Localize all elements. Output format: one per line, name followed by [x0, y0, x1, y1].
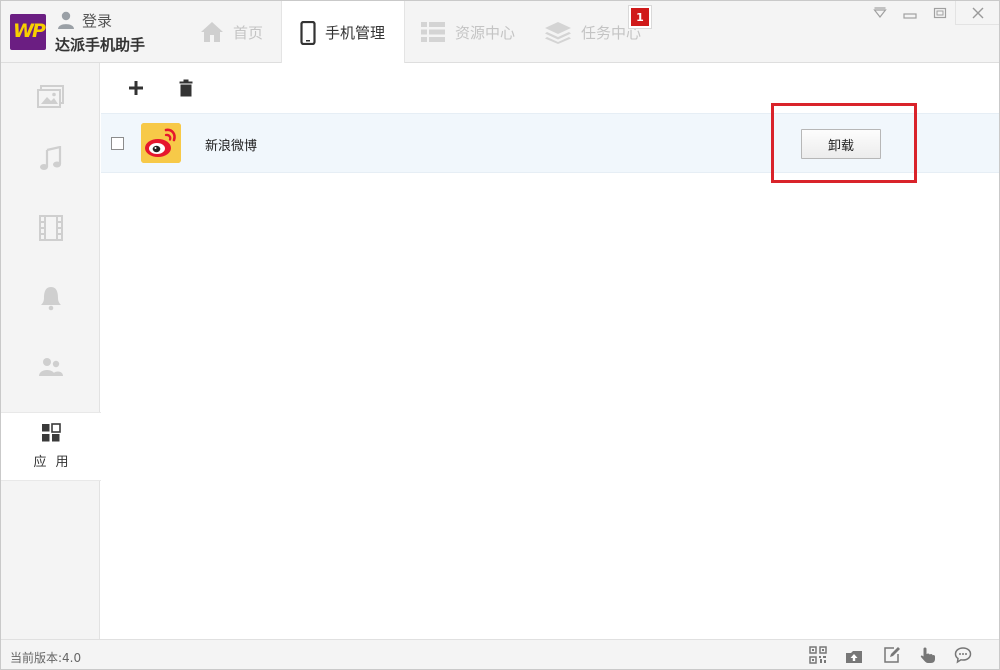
task-count-badge: 1 — [628, 5, 652, 29]
dropdown-triangle-icon — [873, 7, 887, 18]
maximize-icon — [933, 7, 947, 19]
status-bar: 当前版本:4.0 — [1, 639, 999, 669]
header: WP 登录 达派手机助手 首页 手机管理 资源中心 任务中心 1 — [1, 1, 999, 64]
list-icon — [421, 22, 445, 42]
main-panel: 新浪微博 卸载 — [101, 63, 999, 639]
film-icon — [38, 215, 63, 241]
user-icon — [58, 11, 74, 29]
maximize-button[interactable] — [925, 1, 955, 25]
contacts-icon — [38, 358, 63, 376]
tab-phone-management[interactable]: 手机管理 — [281, 1, 405, 64]
trash-icon — [179, 79, 193, 97]
tab-resources-label: 资源中心 — [455, 23, 516, 42]
minimize-icon — [903, 13, 917, 19]
weibo-icon — [141, 123, 181, 163]
add-app-button[interactable] — [125, 77, 147, 99]
upload-icon — [846, 651, 862, 663]
tab-home-label: 首页 — [233, 23, 264, 42]
photo-icon — [36, 85, 64, 108]
sidebar-item-photos[interactable] — [1, 63, 100, 131]
login-label: 登录 — [82, 11, 113, 30]
delete-app-button[interactable] — [175, 77, 197, 99]
home-icon — [201, 22, 223, 42]
logo-text: WP — [13, 20, 46, 42]
feedback-button[interactable] — [883, 646, 901, 664]
edit-icon — [884, 647, 900, 663]
app-name: 新浪微博 — [205, 139, 258, 154]
window-controls — [865, 1, 999, 25]
gesture-button[interactable] — [919, 646, 937, 664]
menu-button[interactable] — [865, 1, 895, 25]
tab-resource-center[interactable]: 资源中心 — [420, 1, 515, 63]
app-logo: WP — [10, 14, 46, 50]
qr-code-button[interactable] — [809, 646, 827, 664]
tab-task-center[interactable]: 任务中心 — [544, 1, 641, 63]
tab-phone-label: 手机管理 — [325, 24, 386, 42]
app-title: 达派手机助手 — [55, 36, 146, 54]
tab-home[interactable]: 首页 — [200, 1, 263, 63]
app-list-row[interactable]: 新浪微博 卸载 — [101, 113, 999, 173]
apps-grid-icon — [42, 423, 61, 442]
sidebar-item-video[interactable] — [1, 194, 100, 262]
uninstall-button[interactable]: 卸载 — [801, 129, 881, 159]
app-window: WP 登录 达派手机助手 首页 手机管理 资源中心 任务中心 1 应用 新浪微博… — [0, 0, 1000, 670]
sidebar: 应用 — [1, 63, 101, 639]
close-button[interactable] — [955, 1, 999, 25]
upload-button[interactable] — [845, 646, 863, 664]
toolbar — [101, 63, 999, 113]
row-checkbox[interactable] — [111, 137, 124, 150]
layers-icon — [545, 22, 571, 44]
sidebar-item-apps[interactable]: 应用 — [1, 412, 101, 481]
minimize-button[interactable] — [895, 1, 925, 25]
phone-icon — [300, 20, 316, 45]
login-link[interactable]: 登录 — [56, 9, 112, 31]
sidebar-item-ringtones[interactable] — [1, 264, 100, 332]
plus-icon — [129, 81, 143, 95]
chat-button[interactable] — [954, 646, 972, 664]
close-icon — [972, 7, 983, 18]
music-icon — [39, 146, 61, 170]
chat-icon — [954, 647, 972, 664]
qr-code-icon — [809, 646, 827, 664]
hand-pointer-icon — [920, 647, 935, 663]
version-label: 当前版本:4.0 — [10, 651, 82, 665]
weibo-app-icon — [141, 123, 181, 163]
sidebar-item-music[interactable] — [1, 125, 100, 193]
sidebar-item-apps-label: 应用 — [33, 455, 78, 470]
sidebar-item-contacts[interactable] — [1, 333, 100, 401]
bell-icon — [40, 287, 61, 311]
